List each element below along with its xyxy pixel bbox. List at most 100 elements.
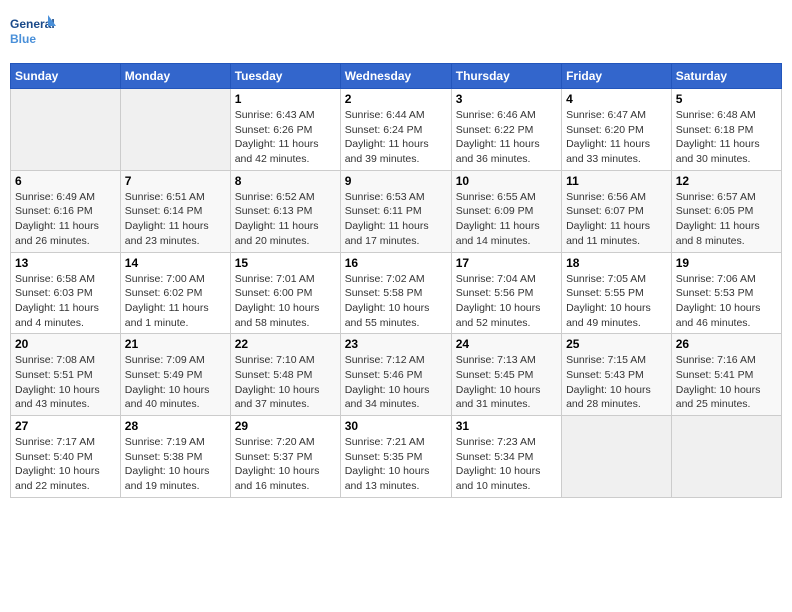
- day-number: 7: [125, 174, 226, 188]
- weekday-header-wednesday: Wednesday: [340, 64, 451, 89]
- day-info: Sunrise: 7:08 AMSunset: 5:51 PMDaylight:…: [15, 353, 116, 412]
- day-info: Sunrise: 6:48 AMSunset: 6:18 PMDaylight:…: [676, 108, 777, 167]
- day-info: Sunrise: 6:58 AMSunset: 6:03 PMDaylight:…: [15, 272, 116, 331]
- day-number: 30: [345, 419, 447, 433]
- day-info: Sunrise: 6:51 AMSunset: 6:14 PMDaylight:…: [125, 190, 226, 249]
- calendar-cell: 20Sunrise: 7:08 AMSunset: 5:51 PMDayligh…: [11, 334, 121, 416]
- calendar-cell: 22Sunrise: 7:10 AMSunset: 5:48 PMDayligh…: [230, 334, 340, 416]
- day-info: Sunrise: 7:17 AMSunset: 5:40 PMDaylight:…: [15, 435, 116, 494]
- day-number: 8: [235, 174, 336, 188]
- day-info: Sunrise: 7:13 AMSunset: 5:45 PMDaylight:…: [456, 353, 557, 412]
- day-info: Sunrise: 7:09 AMSunset: 5:49 PMDaylight:…: [125, 353, 226, 412]
- day-number: 28: [125, 419, 226, 433]
- day-info: Sunrise: 7:01 AMSunset: 6:00 PMDaylight:…: [235, 272, 336, 331]
- svg-text:Blue: Blue: [10, 32, 36, 46]
- calendar-week-row: 6Sunrise: 6:49 AMSunset: 6:16 PMDaylight…: [11, 170, 782, 252]
- day-info: Sunrise: 7:05 AMSunset: 5:55 PMDaylight:…: [566, 272, 667, 331]
- calendar-cell: 10Sunrise: 6:55 AMSunset: 6:09 PMDayligh…: [451, 170, 561, 252]
- day-number: 14: [125, 256, 226, 270]
- day-info: Sunrise: 6:53 AMSunset: 6:11 PMDaylight:…: [345, 190, 447, 249]
- day-info: Sunrise: 7:10 AMSunset: 5:48 PMDaylight:…: [235, 353, 336, 412]
- calendar-week-row: 1 Sunrise: 6:43 AMSunset: 6:26 PMDaylight…: [11, 89, 782, 171]
- day-info: Sunrise: 7:21 AMSunset: 5:35 PMDaylight:…: [345, 435, 447, 494]
- calendar-cell: 27 Sunrise: 7:17 AMSunset: 5:40 PMDayligh…: [11, 416, 121, 498]
- day-number: 2: [345, 92, 447, 106]
- calendar-cell: 4 Sunrise: 6:47 AMSunset: 6:20 PMDaylight…: [562, 89, 672, 171]
- calendar-cell: 3 Sunrise: 6:46 AMSunset: 6:22 PMDaylight…: [451, 89, 561, 171]
- day-info: Sunrise: 7:16 AMSunset: 5:41 PMDaylight:…: [676, 353, 777, 412]
- calendar-cell: 15 Sunrise: 7:01 AMSunset: 6:00 PMDayligh…: [230, 252, 340, 334]
- page-header: General Blue: [10, 10, 782, 55]
- calendar-week-row: 20Sunrise: 7:08 AMSunset: 5:51 PMDayligh…: [11, 334, 782, 416]
- calendar-cell: 1 Sunrise: 6:43 AMSunset: 6:26 PMDaylight…: [230, 89, 340, 171]
- calendar-cell: 30 Sunrise: 7:21 AMSunset: 5:35 PMDayligh…: [340, 416, 451, 498]
- weekday-header-sunday: Sunday: [11, 64, 121, 89]
- calendar-cell: 18 Sunrise: 7:05 AMSunset: 5:55 PMDayligh…: [562, 252, 672, 334]
- calendar-cell: 5Sunrise: 6:48 AMSunset: 6:18 PMDaylight…: [671, 89, 781, 171]
- day-number: 15: [235, 256, 336, 270]
- calendar-cell: 19 Sunrise: 7:06 AMSunset: 5:53 PMDayligh…: [671, 252, 781, 334]
- day-info: Sunrise: 6:55 AMSunset: 6:09 PMDaylight:…: [456, 190, 557, 249]
- weekday-header-thursday: Thursday: [451, 64, 561, 89]
- calendar-cell: 28 Sunrise: 7:19 AMSunset: 5:38 PMDayligh…: [120, 416, 230, 498]
- day-number: 25: [566, 337, 667, 351]
- logo: General Blue: [10, 10, 60, 55]
- day-info: Sunrise: 7:02 AMSunset: 5:58 PMDaylight:…: [345, 272, 447, 331]
- day-number: 24: [456, 337, 557, 351]
- calendar-cell: 6Sunrise: 6:49 AMSunset: 6:16 PMDaylight…: [11, 170, 121, 252]
- day-number: 23: [345, 337, 447, 351]
- day-info: Sunrise: 7:04 AMSunset: 5:56 PMDaylight:…: [456, 272, 557, 331]
- day-number: 29: [235, 419, 336, 433]
- calendar-cell: 9 Sunrise: 6:53 AMSunset: 6:11 PMDaylight…: [340, 170, 451, 252]
- calendar-cell: 11 Sunrise: 6:56 AMSunset: 6:07 PMDayligh…: [562, 170, 672, 252]
- svg-text:General: General: [10, 17, 55, 31]
- calendar-cell: [562, 416, 672, 498]
- calendar-cell: 29Sunrise: 7:20 AMSunset: 5:37 PMDayligh…: [230, 416, 340, 498]
- logo-svg: General Blue: [10, 10, 60, 55]
- calendar-cell: [120, 89, 230, 171]
- calendar-cell: 16 Sunrise: 7:02 AMSunset: 5:58 PMDayligh…: [340, 252, 451, 334]
- day-number: 16: [345, 256, 447, 270]
- calendar-week-row: 27 Sunrise: 7:17 AMSunset: 5:40 PMDayligh…: [11, 416, 782, 498]
- day-info: Sunrise: 7:00 AMSunset: 6:02 PMDaylight:…: [125, 272, 226, 331]
- day-info: Sunrise: 7:19 AMSunset: 5:38 PMDaylight:…: [125, 435, 226, 494]
- day-info: Sunrise: 6:57 AMSunset: 6:05 PMDaylight:…: [676, 190, 777, 249]
- weekday-header-row: SundayMondayTuesdayWednesdayThursdayFrid…: [11, 64, 782, 89]
- day-info: Sunrise: 6:49 AMSunset: 6:16 PMDaylight:…: [15, 190, 116, 249]
- day-info: Sunrise: 6:52 AMSunset: 6:13 PMDaylight:…: [235, 190, 336, 249]
- calendar-cell: 8 Sunrise: 6:52 AMSunset: 6:13 PMDaylight…: [230, 170, 340, 252]
- calendar-cell: 7 Sunrise: 6:51 AMSunset: 6:14 PMDaylight…: [120, 170, 230, 252]
- weekday-header-monday: Monday: [120, 64, 230, 89]
- calendar-cell: 12Sunrise: 6:57 AMSunset: 6:05 PMDayligh…: [671, 170, 781, 252]
- day-info: Sunrise: 6:47 AMSunset: 6:20 PMDaylight:…: [566, 108, 667, 167]
- day-number: 19: [676, 256, 777, 270]
- day-number: 3: [456, 92, 557, 106]
- weekday-header-tuesday: Tuesday: [230, 64, 340, 89]
- day-number: 9: [345, 174, 447, 188]
- day-info: Sunrise: 6:46 AMSunset: 6:22 PMDaylight:…: [456, 108, 557, 167]
- weekday-header-saturday: Saturday: [671, 64, 781, 89]
- day-number: 18: [566, 256, 667, 270]
- calendar-cell: 13Sunrise: 6:58 AMSunset: 6:03 PMDayligh…: [11, 252, 121, 334]
- day-number: 27: [15, 419, 116, 433]
- day-number: 1: [235, 92, 336, 106]
- day-info: Sunrise: 6:44 AMSunset: 6:24 PMDaylight:…: [345, 108, 447, 167]
- calendar-cell: 17 Sunrise: 7:04 AMSunset: 5:56 PMDayligh…: [451, 252, 561, 334]
- calendar-cell: 2 Sunrise: 6:44 AMSunset: 6:24 PMDaylight…: [340, 89, 451, 171]
- day-info: Sunrise: 7:12 AMSunset: 5:46 PMDaylight:…: [345, 353, 447, 412]
- calendar-cell: 24 Sunrise: 7:13 AMSunset: 5:45 PMDayligh…: [451, 334, 561, 416]
- calendar-cell: 26Sunrise: 7:16 AMSunset: 5:41 PMDayligh…: [671, 334, 781, 416]
- calendar-cell: 31Sunrise: 7:23 AMSunset: 5:34 PMDayligh…: [451, 416, 561, 498]
- day-info: Sunrise: 6:43 AMSunset: 6:26 PMDaylight:…: [235, 108, 336, 167]
- day-info: Sunrise: 6:56 AMSunset: 6:07 PMDaylight:…: [566, 190, 667, 249]
- day-info: Sunrise: 7:15 AMSunset: 5:43 PMDaylight:…: [566, 353, 667, 412]
- day-number: 17: [456, 256, 557, 270]
- day-number: 11: [566, 174, 667, 188]
- day-info: Sunrise: 7:06 AMSunset: 5:53 PMDaylight:…: [676, 272, 777, 331]
- calendar-cell: 21 Sunrise: 7:09 AMSunset: 5:49 PMDayligh…: [120, 334, 230, 416]
- calendar-cell: [671, 416, 781, 498]
- calendar-week-row: 13Sunrise: 6:58 AMSunset: 6:03 PMDayligh…: [11, 252, 782, 334]
- day-number: 4: [566, 92, 667, 106]
- day-number: 21: [125, 337, 226, 351]
- day-number: 31: [456, 419, 557, 433]
